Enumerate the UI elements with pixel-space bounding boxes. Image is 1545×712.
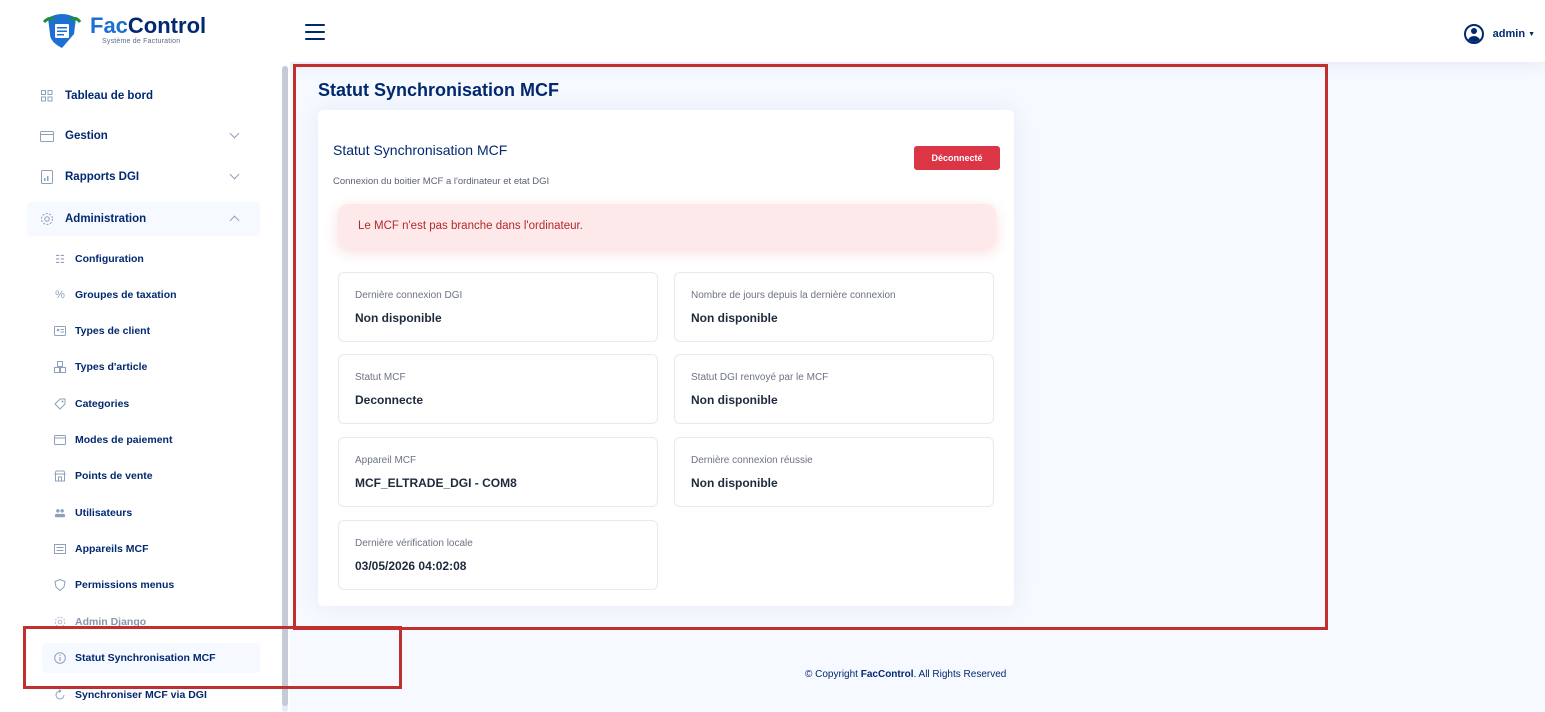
sidebar-subitem-label: Admin Django <box>75 616 147 628</box>
sidebar-item-label: Administration <box>65 213 147 225</box>
page-title: Statut Synchronisation MCF <box>318 80 560 100</box>
info-box-last-successful-connection: Dernière connexion réussie Non disponibl… <box>674 437 994 507</box>
menu-toggle-icon[interactable] <box>305 24 325 40</box>
info-value: Non disponible <box>691 393 778 407</box>
top-header: FacControl Système de Facturation admin … <box>0 0 1545 62</box>
user-avatar-icon <box>1463 24 1484 44</box>
folder-icon <box>40 129 54 143</box>
brand-prefix: Fac <box>90 13 128 38</box>
info-icon <box>54 652 66 664</box>
sliders-icon: ☷ <box>55 253 65 266</box>
shop-icon <box>54 470 66 482</box>
info-box-last-dgi-connection: Dernière connexion DGI Non disponible <box>338 272 658 342</box>
sync-status-card: Statut Synchronisation MCF Connexion du … <box>318 110 1014 606</box>
tag-icon <box>54 398 66 410</box>
sidebar-subitem-types-article[interactable]: Types d'article <box>42 352 260 382</box>
sidebar-subitem-label: Categories <box>75 398 130 410</box>
caret-down-icon: ▼ <box>1528 30 1535 38</box>
info-label: Dernière connexion DGI <box>355 290 463 301</box>
sidebar: Tableau de bord Gestion Rapports DGI Adm… <box>0 62 290 712</box>
sidebar-item-label: Rapports DGI <box>65 171 140 183</box>
sidebar-subitem-statut-sync-mcf[interactable]: Statut Synchronisation MCF <box>42 643 260 673</box>
grid-icon <box>40 89 54 103</box>
brand-suffix: Control <box>127 13 207 38</box>
info-box-days-since-connection: Nombre de jours depuis la dernière conne… <box>674 272 994 342</box>
sidebar-subitem-label: Modes de paiement <box>75 434 173 446</box>
sidebar-scrollbar[interactable] <box>282 66 288 712</box>
info-value: 03/05/2026 04:02:08 <box>355 559 467 573</box>
info-label: Statut MCF <box>355 372 406 383</box>
percent-icon: % <box>55 289 65 301</box>
info-box-dgi-status: Statut DGI renvoyé par le MCF Non dispon… <box>674 354 994 424</box>
info-box-last-local-check: Dernière vérification locale 03/05/2026 … <box>338 520 658 590</box>
sidebar-item-dashboard[interactable]: Tableau de bord <box>27 79 260 113</box>
sidebar-item-label: Gestion <box>65 130 108 142</box>
info-label: Dernière connexion réussie <box>691 455 813 466</box>
sidebar-item-administration[interactable]: Administration <box>27 202 260 236</box>
info-value: Non disponible <box>691 476 778 490</box>
alert-message: Le MCF n'est pas branche dans l'ordinate… <box>338 204 996 248</box>
sidebar-item-gestion[interactable]: Gestion <box>27 119 260 153</box>
card-title: Statut Synchronisation MCF <box>333 142 508 158</box>
footer-copyright: © Copyright FacControl. All Rights Reser… <box>805 669 1006 680</box>
sidebar-subitem-sync-mcf-dgi[interactable]: Synchroniser MCF via DGI <box>42 680 260 710</box>
sync-icon <box>54 689 66 701</box>
users-icon <box>54 507 66 519</box>
footer-prefix: © Copyright <box>805 669 861 680</box>
info-box-mcf-status: Statut MCF Deconnecte <box>338 354 658 424</box>
footer-brand[interactable]: FacControl <box>861 669 914 680</box>
sidebar-subitem-label: Points de vente <box>75 470 153 482</box>
info-box-mcf-device: Appareil MCF MCF_ELTRADE_DGI - COM8 <box>338 437 658 507</box>
device-icon <box>54 543 66 555</box>
card-subtitle: Connexion du boitier MCF a l'ordinateur … <box>333 176 550 187</box>
sidebar-subitem-label: Groupes de taxation <box>75 289 177 301</box>
shield-icon <box>54 579 66 591</box>
info-value: MCF_ELTRADE_DGI - COM8 <box>355 476 517 490</box>
gear-icon <box>40 212 54 226</box>
sidebar-item-label: Tableau de bord <box>65 90 153 102</box>
sidebar-subitem-modes-paiement[interactable]: Modes de paiement <box>42 425 260 455</box>
sidebar-subitem-label: Types d'article <box>75 361 148 373</box>
info-label: Appareil MCF <box>355 455 417 466</box>
sidebar-subitem-label: Utilisateurs <box>75 507 133 519</box>
app-logo[interactable]: FacControl Système de Facturation <box>40 10 206 50</box>
info-label: Statut DGI renvoyé par le MCF <box>691 372 829 383</box>
sidebar-subitem-label: Statut Synchronisation MCF <box>75 652 216 664</box>
chevron-up-icon <box>229 215 240 226</box>
brand-tagline: Système de Facturation <box>102 38 181 45</box>
sidebar-subitem-label: Synchroniser MCF via DGI <box>75 689 207 701</box>
info-value: Non disponible <box>355 311 442 325</box>
user-name: admin <box>1492 28 1526 40</box>
footer-suffix: . All Rights Reserved <box>913 669 1007 680</box>
sidebar-subitem-permissions-menus[interactable]: Permissions menus <box>42 570 260 600</box>
sidebar-subitem-points-vente[interactable]: Points de vente <box>42 461 260 491</box>
sidebar-subitem-types-client[interactable]: Types de client <box>42 316 260 346</box>
sidebar-subitem-configuration[interactable]: ☷ Configuration <box>42 244 260 274</box>
status-badge: Déconnecté <box>914 146 1000 170</box>
info-label: Dernière vérification locale <box>355 538 473 549</box>
sidebar-subitem-label: Permissions menus <box>75 579 175 591</box>
sidebar-subitem-appareils-mcf[interactable]: Appareils MCF <box>42 534 260 564</box>
info-label: Nombre de jours depuis la dernière conne… <box>691 290 896 301</box>
sidebar-subitem-admin-django[interactable]: Admin Django <box>42 607 260 637</box>
sidebar-subitem-label: Types de client <box>75 325 151 337</box>
sidebar-subitem-label: Appareils MCF <box>75 543 149 555</box>
info-value: Deconnecte <box>355 393 424 407</box>
id-card-icon <box>54 325 66 337</box>
chevron-down-icon <box>229 169 240 180</box>
sidebar-subitem-utilisateurs[interactable]: Utilisateurs <box>42 498 260 528</box>
logo-shield-icon <box>40 12 84 48</box>
sidebar-subitem-label: Configuration <box>75 253 144 265</box>
sidebar-subitem-categories[interactable]: Categories <box>42 389 260 419</box>
user-menu[interactable]: admin ▼ <box>1463 24 1535 44</box>
gear-icon <box>54 616 66 628</box>
wallet-icon <box>54 434 66 446</box>
info-value: Non disponible <box>691 311 778 325</box>
sidebar-subitem-groupes-taxation[interactable]: % Groupes de taxation <box>42 280 260 310</box>
sidebar-item-rapports-dgi[interactable]: Rapports DGI <box>27 160 260 194</box>
report-icon <box>40 170 54 184</box>
scrollbar-thumb[interactable] <box>282 66 288 706</box>
boxes-icon <box>54 361 66 373</box>
chevron-down-icon <box>229 128 240 139</box>
